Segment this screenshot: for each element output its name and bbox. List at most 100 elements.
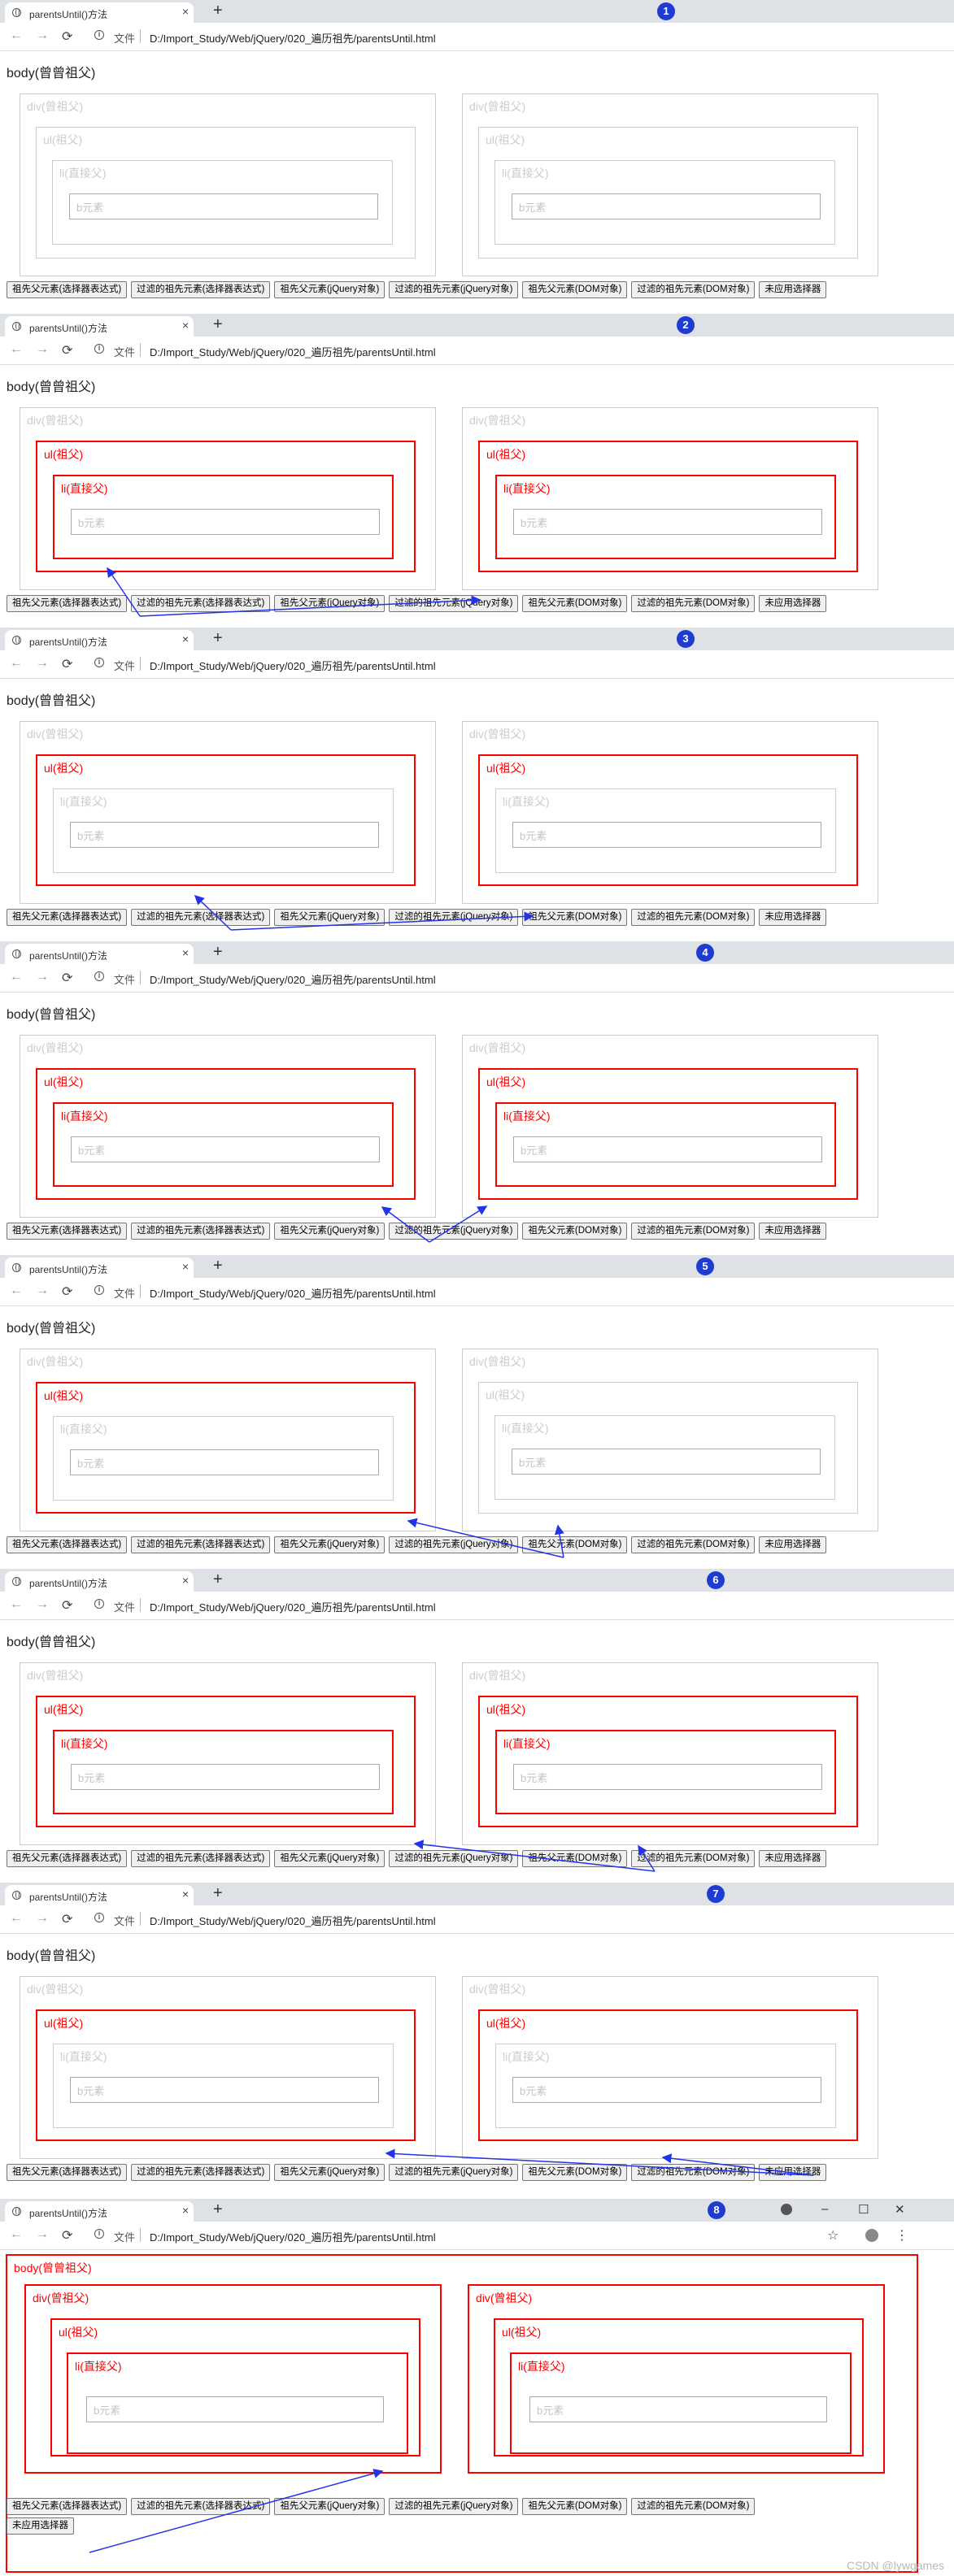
b-element-input-left[interactable]: b元素	[70, 2077, 379, 2103]
filtered-ancestors-selector-button[interactable]: 过滤的祖先元素(选择器表达式)	[131, 281, 271, 298]
b-element-input-right[interactable]: b元素	[512, 193, 821, 219]
reload-icon[interactable]: ⟳	[62, 1284, 72, 1300]
ancestors-selector-button[interactable]: 祖先父元素(选择器表达式)	[7, 2498, 128, 2515]
reload-icon[interactable]: ⟳	[62, 970, 72, 986]
browser-tab[interactable]: parentsUntil()方法 ×	[5, 2201, 194, 2222]
url-text[interactable]: D:/Import_Study/Web/jQuery/020_遍历祖先/pare…	[150, 658, 436, 673]
info-icon[interactable]: i	[94, 2229, 104, 2239]
filtered-ancestors-selector-button[interactable]: 过滤的祖先元素(选择器表达式)	[131, 1536, 271, 1553]
filtered-ancestors-jquery-button[interactable]: 过滤的祖先元素(jQuery对象)	[389, 2498, 519, 2515]
reload-icon[interactable]: ⟳	[62, 2227, 72, 2244]
new-tab-button[interactable]: +	[213, 2, 223, 20]
filtered-ancestors-jquery-button[interactable]: 过滤的祖先元素(jQuery对象)	[389, 2164, 519, 2181]
info-icon[interactable]: i	[94, 1599, 104, 1609]
reload-icon[interactable]: ⟳	[62, 1597, 72, 1614]
ancestors-selector-button[interactable]: 祖先父元素(选择器表达式)	[7, 1850, 128, 1867]
tab-close-button[interactable]: ×	[182, 946, 189, 959]
ancestors-selector-button[interactable]: 祖先父元素(选择器表达式)	[7, 909, 128, 926]
menu-icon[interactable]: ⋮	[895, 2227, 908, 2244]
tab-close-button[interactable]: ×	[182, 1574, 189, 1587]
back-icon[interactable]: ←	[10, 656, 23, 671]
ancestors-jquery-button[interactable]: 祖先父元素(jQuery对象)	[274, 2164, 386, 2181]
browser-tab[interactable]: parentsUntil()方法 ×	[5, 1885, 194, 1905]
no-selector-button[interactable]: 未应用选择器	[759, 1536, 827, 1553]
back-icon[interactable]: ←	[10, 970, 23, 984]
filtered-ancestors-selector-button[interactable]: 过滤的祖先元素(选择器表达式)	[131, 909, 271, 926]
back-icon[interactable]: ←	[10, 1284, 23, 1298]
reload-icon[interactable]: ⟳	[62, 656, 72, 672]
new-tab-button[interactable]: +	[213, 2200, 223, 2219]
back-icon[interactable]: ←	[10, 28, 23, 43]
filtered-ancestors-jquery-button[interactable]: 过滤的祖先元素(jQuery对象)	[389, 1536, 519, 1553]
no-selector-button[interactable]: 未应用选择器	[759, 909, 827, 926]
no-selector-button[interactable]: 未应用选择器	[759, 2164, 827, 2181]
filtered-ancestors-dom-button[interactable]: 过滤的祖先元素(DOM对象)	[631, 909, 756, 926]
new-tab-button[interactable]: +	[213, 315, 223, 334]
ancestors-selector-button[interactable]: 祖先父元素(选择器表达式)	[7, 1536, 128, 1553]
url-text[interactable]: D:/Import_Study/Web/jQuery/020_遍历祖先/pare…	[150, 1599, 436, 1614]
filtered-ancestors-selector-button[interactable]: 过滤的祖先元素(选择器表达式)	[131, 2498, 271, 2515]
ancestors-jquery-button[interactable]: 祖先父元素(jQuery对象)	[274, 1536, 386, 1553]
b-element-input-left[interactable]: b元素	[70, 822, 379, 848]
filtered-ancestors-selector-button[interactable]: 过滤的祖先元素(选择器表达式)	[131, 1223, 271, 1240]
ancestors-jquery-button[interactable]: 祖先父元素(jQuery对象)	[274, 595, 386, 612]
new-tab-button[interactable]: +	[213, 1884, 223, 1903]
ancestors-selector-button[interactable]: 祖先父元素(选择器表达式)	[7, 595, 128, 612]
browser-tab[interactable]: parentsUntil()方法 ×	[5, 944, 194, 964]
avatar-icon[interactable]	[865, 2229, 878, 2242]
ancestors-jquery-button[interactable]: 祖先父元素(jQuery对象)	[274, 1223, 386, 1240]
info-icon[interactable]: i	[94, 658, 104, 667]
filtered-ancestors-jquery-button[interactable]: 过滤的祖先元素(jQuery对象)	[389, 1850, 519, 1867]
minimize-button[interactable]: –	[821, 2202, 828, 2216]
tab-close-button[interactable]: ×	[182, 1260, 189, 1273]
forward-icon[interactable]: →	[36, 1911, 49, 1926]
info-icon[interactable]: i	[94, 971, 104, 981]
filtered-ancestors-jquery-button[interactable]: 过滤的祖先元素(jQuery对象)	[389, 909, 519, 926]
b-element-input-left[interactable]: b元素	[71, 509, 380, 535]
star-icon[interactable]: ☆	[827, 2227, 839, 2244]
filtered-ancestors-dom-button[interactable]: 过滤的祖先元素(DOM对象)	[631, 595, 756, 612]
ancestors-jquery-button[interactable]: 祖先父元素(jQuery对象)	[274, 2498, 386, 2515]
filtered-ancestors-jquery-button[interactable]: 过滤的祖先元素(jQuery对象)	[389, 595, 519, 612]
forward-icon[interactable]: →	[36, 28, 49, 43]
back-icon[interactable]: ←	[10, 1911, 23, 1926]
ancestors-dom-button[interactable]: 祖先父元素(DOM对象)	[522, 909, 628, 926]
b-element-input-right[interactable]: b元素	[512, 1449, 821, 1475]
browser-tab[interactable]: parentsUntil()方法 ×	[5, 316, 194, 337]
browser-tab[interactable]: parentsUntil()方法 ×	[5, 1571, 194, 1592]
back-icon[interactable]: ←	[10, 1597, 23, 1612]
info-icon[interactable]: i	[94, 1913, 104, 1922]
no-selector-button[interactable]: 未应用选择器	[759, 281, 827, 298]
filtered-ancestors-jquery-button[interactable]: 过滤的祖先元素(jQuery对象)	[389, 1223, 519, 1240]
b-element-input-right[interactable]: b元素	[513, 1136, 822, 1162]
forward-icon[interactable]: →	[36, 1284, 49, 1298]
close-window-button[interactable]: ✕	[895, 2202, 905, 2217]
tab-close-button[interactable]: ×	[182, 1887, 189, 1901]
b-element-input-left[interactable]: b元素	[86, 2396, 384, 2422]
new-tab-button[interactable]: +	[213, 629, 223, 648]
b-element-input-left[interactable]: b元素	[69, 193, 378, 219]
ancestors-dom-button[interactable]: 祖先父元素(DOM对象)	[522, 2164, 628, 2181]
b-element-input-left[interactable]: b元素	[70, 1449, 379, 1475]
b-element-input-right[interactable]: b元素	[513, 509, 822, 535]
ancestors-dom-button[interactable]: 祖先父元素(DOM对象)	[522, 281, 628, 298]
new-tab-button[interactable]: +	[213, 1570, 223, 1589]
ancestors-dom-button[interactable]: 祖先父元素(DOM对象)	[522, 1850, 628, 1867]
b-element-input-right[interactable]: b元素	[512, 822, 821, 848]
ancestors-dom-button[interactable]: 祖先父元素(DOM对象)	[522, 1536, 628, 1553]
b-element-input-right[interactable]: b元素	[512, 2077, 821, 2103]
ancestors-dom-button[interactable]: 祖先父元素(DOM对象)	[522, 2498, 628, 2515]
info-icon[interactable]: i	[94, 344, 104, 354]
browser-tab[interactable]: parentsUntil()方法 ×	[5, 630, 194, 650]
url-text[interactable]: D:/Import_Study/Web/jQuery/020_遍历祖先/pare…	[150, 30, 436, 46]
tab-close-button[interactable]: ×	[182, 319, 189, 332]
filtered-ancestors-dom-button[interactable]: 过滤的祖先元素(DOM对象)	[631, 1536, 756, 1553]
new-tab-button[interactable]: +	[213, 1257, 223, 1275]
ancestors-jquery-button[interactable]: 祖先父元素(jQuery对象)	[274, 1850, 386, 1867]
reload-icon[interactable]: ⟳	[62, 1911, 72, 1927]
reload-icon[interactable]: ⟳	[62, 28, 72, 45]
no-selector-button[interactable]: 未应用选择器	[759, 595, 827, 612]
browser-tab[interactable]: parentsUntil()方法 ×	[5, 1258, 194, 1278]
filtered-ancestors-selector-button[interactable]: 过滤的祖先元素(选择器表达式)	[131, 595, 271, 612]
no-selector-button[interactable]: 未应用选择器	[7, 2517, 74, 2535]
